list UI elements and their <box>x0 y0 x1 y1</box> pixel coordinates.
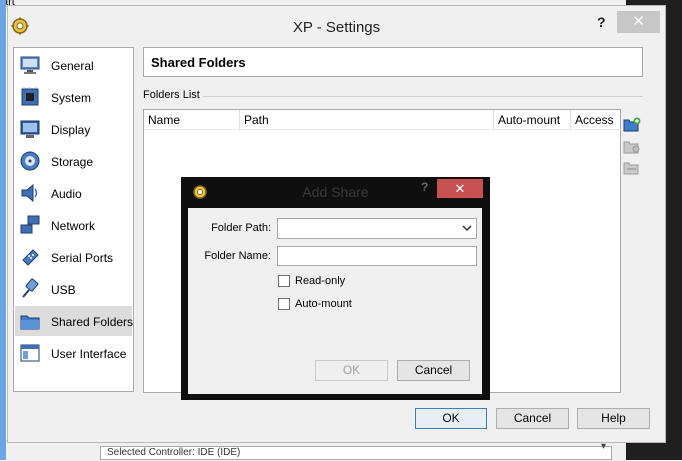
window-title: XP - Settings <box>292 19 381 36</box>
serial-port-icon <box>22 249 39 266</box>
dialog-help-button[interactable]: ? <box>421 180 428 194</box>
display-icon <box>20 120 40 138</box>
sidebar-item-user-interface[interactable]: User Interface <box>15 338 132 368</box>
sidebar-item-label: General <box>51 59 94 73</box>
monitor-general-icon <box>20 56 40 74</box>
sidebar-item-storage[interactable]: Storage <box>15 146 132 176</box>
edit-shared-folder-icon[interactable] <box>623 139 641 155</box>
column-header-access[interactable]: Access <box>571 110 621 130</box>
sidebar-item-general[interactable]: General <box>15 50 132 80</box>
add-share-dialog: Add Share ? ✕ Folder Path: Folder Name: … <box>181 177 490 400</box>
add-shared-folder-icon[interactable] <box>623 117 641 133</box>
close-button[interactable]: ✕ <box>617 11 660 33</box>
cancel-button[interactable]: Cancel <box>496 408 569 429</box>
folders-list-divider <box>203 96 643 97</box>
network-icon <box>20 215 40 234</box>
page-title: Shared Folders <box>151 55 246 70</box>
sidebar-item-display[interactable]: Display <box>15 114 132 144</box>
dialog-ok-button[interactable]: OK <box>315 360 388 381</box>
readonly-checkbox[interactable] <box>278 275 290 287</box>
readonly-label[interactable]: Read-only <box>295 275 345 287</box>
folder-path-label: Folder Path: <box>211 222 271 234</box>
folder-icon <box>20 315 40 330</box>
folder-path-combo[interactable] <box>277 218 477 239</box>
folders-list-label: Folders List <box>143 89 200 101</box>
folder-name-input[interactable] <box>277 246 477 266</box>
column-header-auto-mount[interactable]: Auto-mount <box>494 110 571 130</box>
sidebar-item-usb[interactable]: USB <box>15 274 132 304</box>
sidebar-item-system[interactable]: System <box>15 82 132 112</box>
sidebar-item-audio[interactable]: Audio <box>15 178 132 208</box>
help-title-button[interactable]: ? <box>597 14 606 30</box>
sidebar-item-shared-folders[interactable]: Shared Folders <box>15 306 134 336</box>
help-button[interactable]: Help <box>577 408 650 429</box>
sidebar-item-label: System <box>51 91 92 105</box>
sidebar-item-label: Storage <box>51 155 94 169</box>
dialog-cancel-button[interactable]: Cancel <box>397 360 470 381</box>
speaker-icon <box>21 183 38 203</box>
sidebar-item-label: Audio <box>51 187 82 201</box>
dialog-close-button[interactable]: ✕ <box>437 179 483 198</box>
ok-button[interactable]: OK <box>415 408 487 429</box>
sidebar-item-label: Shared Folders <box>51 315 134 329</box>
usb-icon <box>22 278 39 298</box>
sidebar-item-network[interactable]: Network <box>15 210 132 240</box>
dialog-body: Folder Path: Folder Name: Read-only Auto… <box>188 208 482 394</box>
automount-checkbox[interactable] <box>278 298 290 310</box>
chip-icon <box>21 87 39 106</box>
remove-shared-folder-icon[interactable] <box>623 160 641 176</box>
sidebar-item-label: USB <box>51 283 76 297</box>
settings-sidebar: General System Display Storage Audio Net… <box>13 47 134 392</box>
column-header-path[interactable]: Path <box>240 110 494 130</box>
sidebar-item-serial-ports[interactable]: Serial Ports <box>15 242 132 272</box>
title-bar[interactable]: XP - Settings ? ✕ <box>8 6 665 46</box>
background-desktop-strip <box>0 0 6 460</box>
sidebar-item-label: Serial Ports <box>51 251 114 265</box>
window-icon <box>20 344 40 362</box>
sidebar-item-label: Network <box>51 219 96 233</box>
sidebar-item-label: Display <box>51 123 91 137</box>
sidebar-item-label: User Interface <box>51 347 127 361</box>
chevron-down-icon[interactable] <box>461 222 473 234</box>
column-header-name[interactable]: Name <box>144 110 240 130</box>
automount-label[interactable]: Auto-mount <box>295 298 352 310</box>
storage-disk-icon <box>20 151 40 171</box>
section-header: Shared Folders <box>143 47 643 77</box>
background-bottom-field: Selected Controller: IDE (IDE) <box>100 446 612 460</box>
folder-name-label: Folder Name: <box>204 250 271 262</box>
background-bottom-field-text: Selected Controller: IDE (IDE) <box>107 447 241 458</box>
